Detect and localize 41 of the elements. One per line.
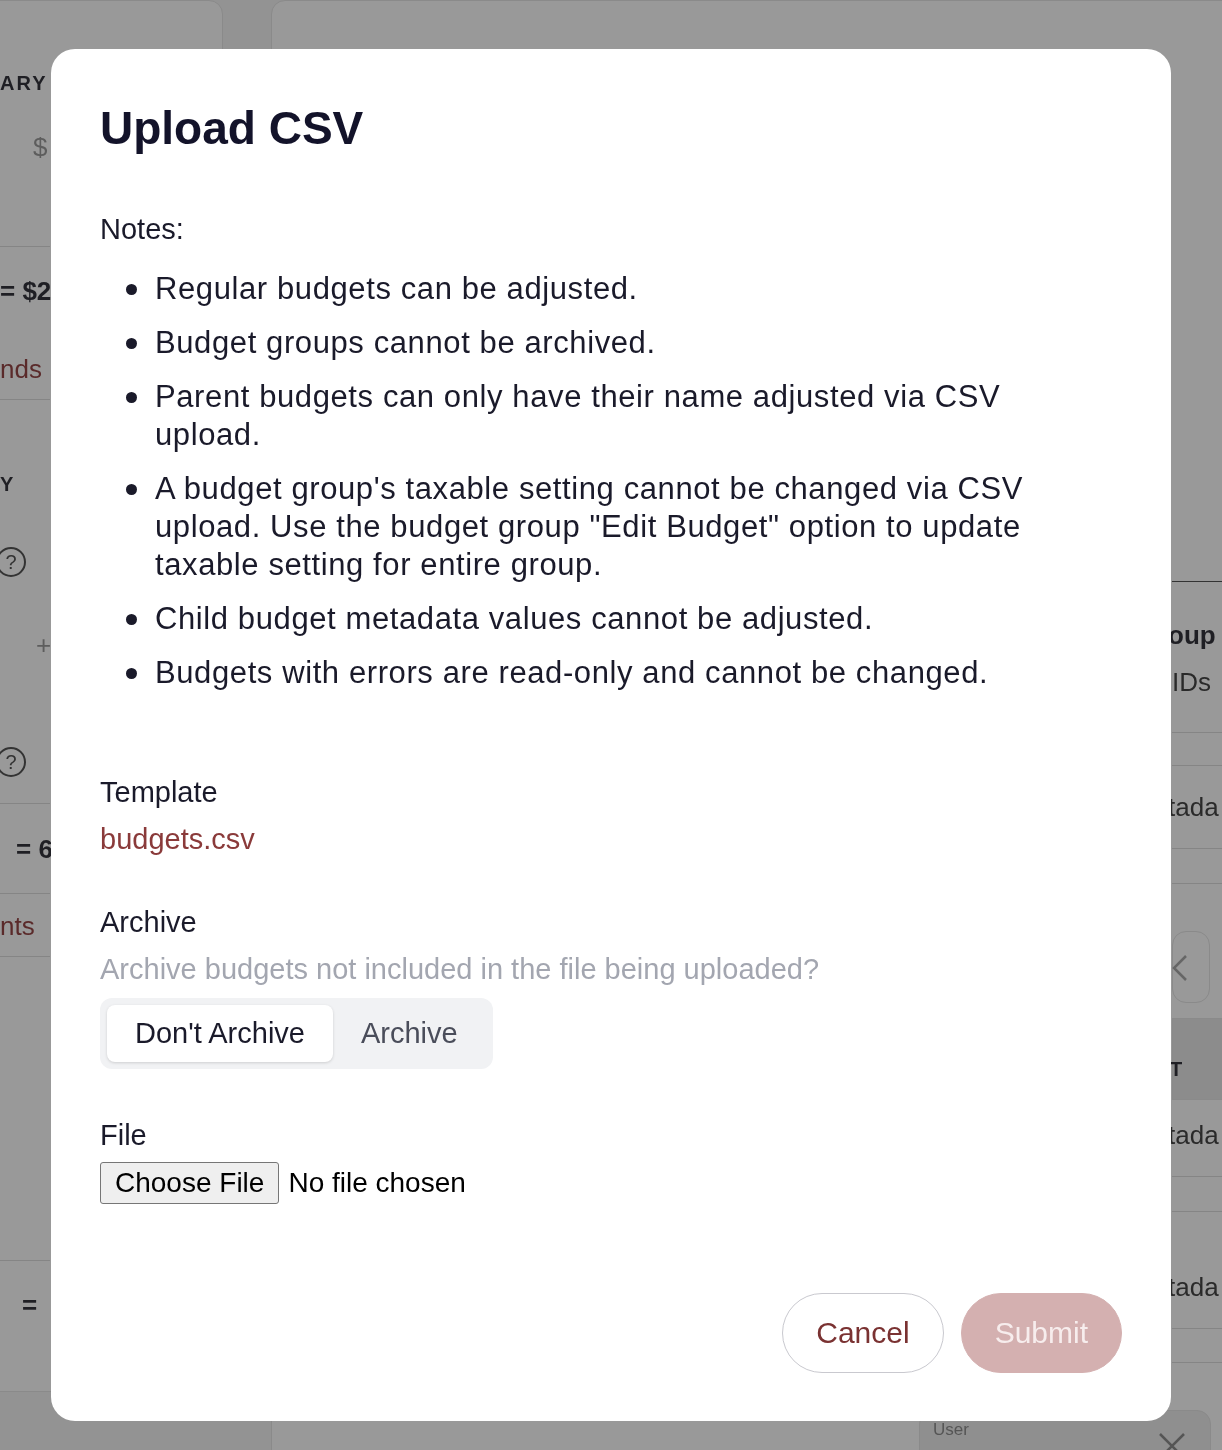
cancel-button[interactable]: Cancel	[782, 1293, 944, 1373]
note-text: Budgets with errors are read-only and cannot be changed.	[155, 654, 990, 692]
background-text: T	[1170, 1058, 1185, 1081]
background-text: $	[33, 132, 48, 163]
archive-hint: Archive budgets not included in the file being uploaded?	[100, 953, 820, 986]
background-text: oup	[1168, 620, 1216, 651]
dialog-title: Upload CSV	[100, 101, 364, 155]
background-text: = $2	[0, 276, 52, 307]
note-text: Regular budgets can be adjusted.	[155, 270, 639, 308]
template-label: Template	[100, 776, 218, 809]
background-text: =	[22, 1290, 38, 1321]
note-text: A budget group's taxable setting cannot be changed via CSV upload. Use the budget group "Edit Budget" option to update taxable setting for entire group.	[155, 470, 1024, 584]
note-text: Parent budgets can only have their name adjusted via CSV upload.	[155, 378, 1002, 454]
archive-label: Archive	[100, 906, 197, 939]
background-text: +	[36, 630, 52, 661]
template-link[interactable]: budgets.csv	[100, 823, 255, 856]
background-text: Y	[0, 473, 16, 496]
toggle-option[interactable]: Archive	[332, 1005, 486, 1062]
help-icon[interactable]: ?	[0, 747, 26, 777]
bullet-icon	[126, 392, 137, 403]
background-text: IDs	[1172, 667, 1211, 698]
background-text: = 6	[16, 834, 53, 865]
choose-file-button[interactable]: Choose File	[100, 1162, 280, 1204]
background-text: User	[933, 1420, 969, 1440]
chevron-left-icon[interactable]	[1170, 954, 1190, 982]
bullet-icon	[126, 614, 137, 625]
bullet-icon	[126, 338, 137, 349]
file-label: File	[100, 1119, 147, 1152]
bullet-icon	[126, 284, 137, 295]
close-icon[interactable]	[1158, 1432, 1186, 1450]
toggle-option[interactable]: Don't Archive	[107, 1005, 333, 1062]
background-text: nts	[0, 911, 35, 942]
note-text: Budget groups cannot be archived.	[155, 324, 657, 362]
help-icon[interactable]: ?	[0, 547, 26, 577]
notes-label: Notes:	[100, 213, 184, 246]
file-status: No file chosen	[288, 1167, 466, 1199]
background-text: ARY	[0, 72, 48, 95]
note-text: Child budget metadata values cannot be adjusted.	[155, 600, 875, 638]
bullet-icon	[126, 668, 137, 679]
background-text: nds	[0, 354, 42, 385]
bullet-icon	[126, 484, 137, 495]
